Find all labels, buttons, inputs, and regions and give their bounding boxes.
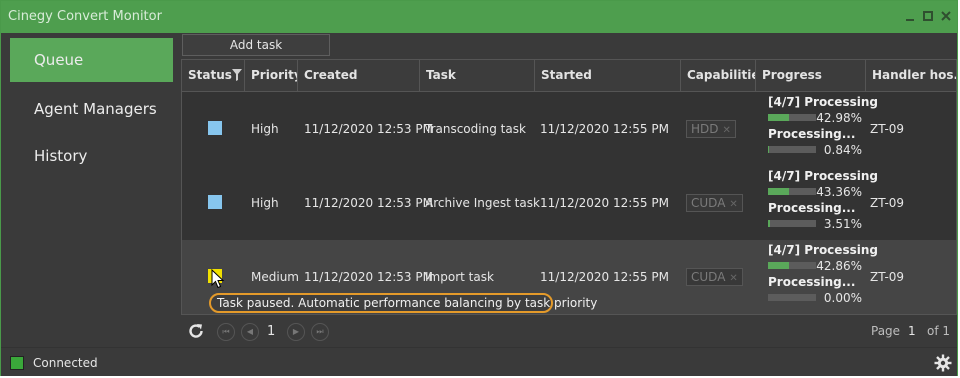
handler-cell: ZT-09: [870, 196, 905, 210]
progress-cell: [4/7] Processing 42.86% Processing... 0.…: [766, 240, 878, 314]
started-cell: 11/12/2020 12:55 PM: [540, 196, 669, 210]
previous-page-button[interactable]: ◀: [241, 323, 259, 341]
capability-tag-label: CUDA: [691, 270, 726, 284]
app-window: Cinegy Convert Monitor Queue Agent Manag…: [0, 0, 958, 376]
progress-percent: 42.98%: [816, 111, 862, 125]
capability-tag: CUDA ✕: [686, 194, 743, 212]
title-bar: Cinegy Convert Monitor: [1, 1, 957, 33]
filter-icon[interactable]: [232, 68, 242, 82]
first-page-button[interactable]: ⏮: [217, 323, 235, 341]
capability-tag: CUDA ✕: [686, 268, 743, 286]
created-cell: 11/12/2020 12:53 PM: [304, 196, 433, 210]
task-grid: Status Priority Created Task Started Cap…: [181, 59, 957, 315]
progress-percent: 43.36%: [816, 185, 862, 199]
priority-cell: High: [251, 196, 279, 210]
subprogress-percent: 3.51%: [823, 217, 862, 231]
progress-cell: [4/7] Processing 42.98% Processing... 0.…: [766, 92, 878, 166]
column-header-capabilities[interactable]: Capabilities: [681, 60, 756, 91]
pager: ⏮ ◀ 1 ▶ ⏭ Page 1 of 1: [181, 317, 957, 346]
progress-bar: [768, 188, 816, 195]
handler-cell: ZT-09: [870, 270, 905, 284]
subprogress-percent: 0.84%: [823, 143, 862, 157]
column-header-progress[interactable]: Progress: [756, 60, 866, 91]
window-title: Cinegy Convert Monitor: [8, 9, 162, 24]
page-input[interactable]: 1: [908, 324, 916, 338]
add-task-button[interactable]: Add task: [182, 34, 330, 56]
column-header-handler-host[interactable]: Handler hos...: [866, 60, 956, 91]
progress-label: [4/7] Processing: [768, 243, 878, 257]
task-cell: Transcoding task: [425, 122, 526, 136]
priority-cell: High: [251, 122, 279, 136]
remove-tag-icon: ✕: [729, 273, 738, 284]
created-cell: 11/12/2020 12:53 PM: [304, 122, 433, 136]
current-page-number[interactable]: 1: [267, 324, 275, 339]
sidebar-item-agent-managers[interactable]: Agent Managers: [10, 87, 173, 131]
column-header-priority[interactable]: Priority: [245, 60, 298, 91]
subprogress-label: Processing...: [768, 275, 856, 289]
table-row[interactable]: High 11/12/2020 12:53 PM Archive Ingest …: [182, 166, 956, 240]
column-header-created[interactable]: Created: [298, 60, 420, 91]
subprogress-bar: [768, 146, 816, 153]
sidebar: Queue Agent Managers History: [1, 33, 179, 346]
mouse-cursor-icon: [211, 268, 225, 289]
sidebar-item-history[interactable]: History: [10, 134, 173, 178]
close-icon[interactable]: [939, 9, 953, 23]
task-cell: Archive Ingest task: [425, 196, 540, 210]
table-row[interactable]: High 11/12/2020 12:53 PM Transcoding tas…: [182, 92, 956, 166]
subprogress-label: Processing...: [768, 127, 856, 141]
column-header-task[interactable]: Task: [420, 60, 535, 91]
capability-tag-label: CUDA: [691, 196, 726, 210]
started-cell: 11/12/2020 12:55 PM: [540, 122, 669, 136]
subprogress-bar: [768, 220, 816, 227]
task-status-tooltip: Task paused. Automatic performance balan…: [209, 293, 597, 313]
status-indicator: [208, 121, 222, 135]
progress-label: [4/7] Processing: [768, 95, 878, 109]
subprogress-bar: [768, 294, 816, 301]
column-header-started[interactable]: Started: [535, 60, 681, 91]
page-label: Page: [871, 324, 901, 338]
next-page-button[interactable]: ▶: [287, 323, 305, 341]
last-page-button[interactable]: ⏭: [311, 323, 329, 341]
gear-icon[interactable]: [934, 354, 952, 372]
refresh-icon[interactable]: [187, 322, 205, 340]
page-count-label: of 1: [927, 324, 951, 338]
grid-header: Status Priority Created Task Started Cap…: [182, 60, 956, 92]
connection-indicator: [10, 356, 24, 370]
progress-bar: [768, 262, 816, 269]
capability-tag: HDD ✕: [686, 120, 736, 138]
status-bar: Connected: [1, 347, 957, 376]
remove-tag-icon: ✕: [729, 199, 738, 210]
progress-label: [4/7] Processing: [768, 169, 878, 183]
progress-cell: [4/7] Processing 43.36% Processing... 3.…: [766, 166, 878, 240]
handler-cell: ZT-09: [870, 122, 905, 136]
capability-tag-label: HDD: [691, 122, 719, 136]
progress-bar: [768, 114, 816, 121]
connection-label: Connected: [33, 356, 98, 370]
remove-tag-icon: ✕: [722, 125, 731, 136]
maximize-icon[interactable]: [921, 9, 935, 23]
status-indicator: [208, 195, 222, 209]
minimize-icon[interactable]: [903, 9, 917, 23]
subprogress-label: Processing...: [768, 201, 856, 215]
sidebar-item-queue[interactable]: Queue: [10, 38, 173, 82]
subprogress-percent: 0.00%: [823, 291, 862, 305]
progress-percent: 42.86%: [816, 259, 862, 273]
